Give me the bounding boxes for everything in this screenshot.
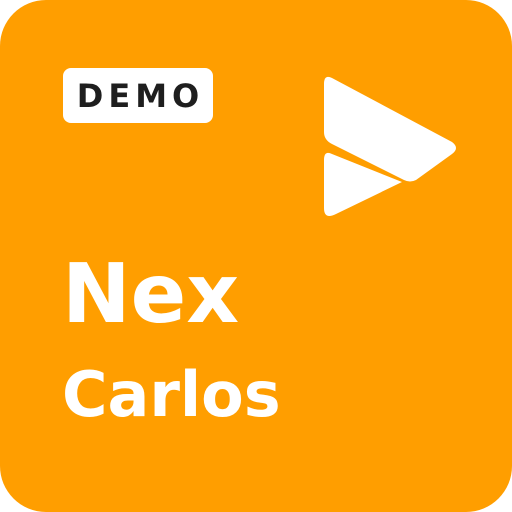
demo-badge: DEMO [63, 68, 213, 123]
demo-badge-label: DEMO [76, 76, 205, 115]
title-line-1: Nex [62, 247, 240, 342]
app-icon-tile: DEMO Nex Carlos [0, 0, 512, 512]
title-line-2: Carlos [62, 358, 281, 431]
play-icon [324, 76, 456, 216]
